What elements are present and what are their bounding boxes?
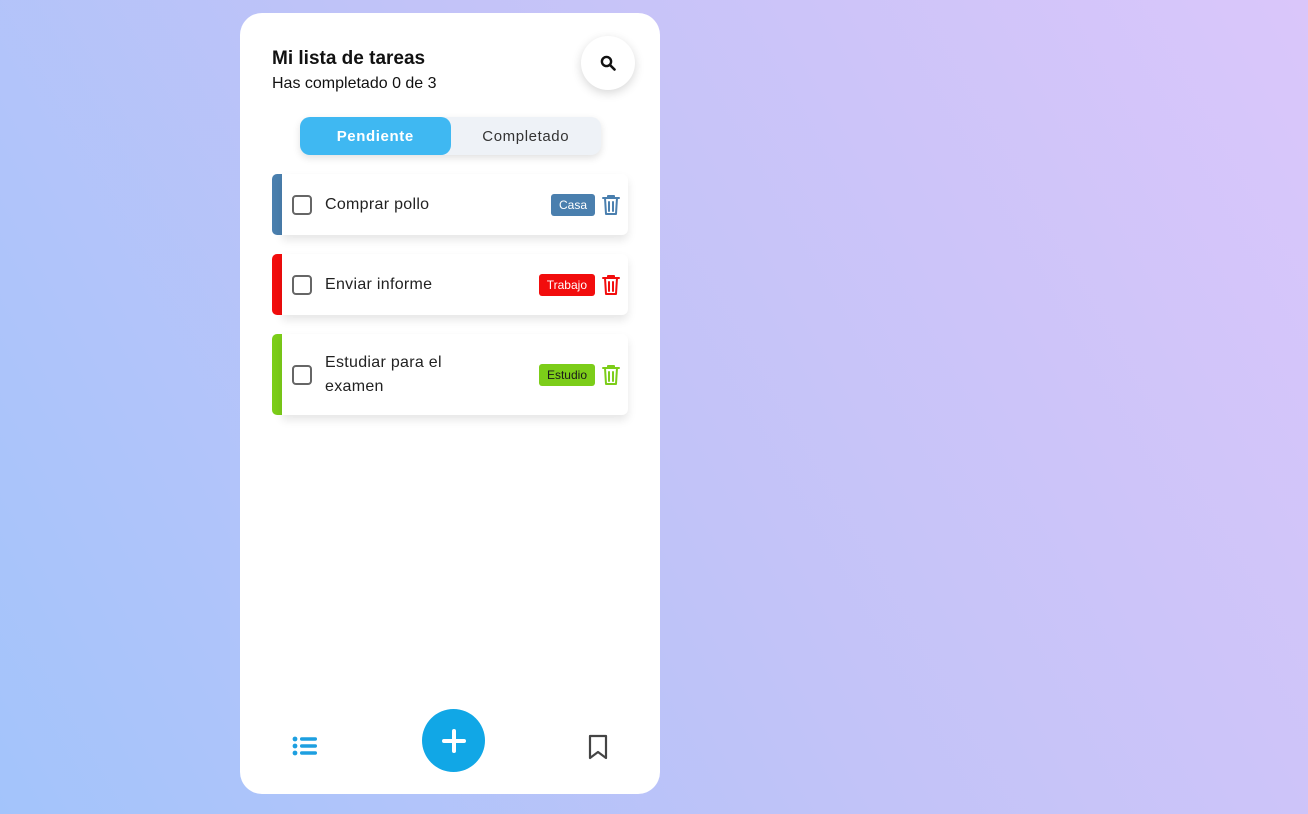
bookmark-icon[interactable]	[588, 734, 608, 760]
task-color-bar	[272, 174, 282, 235]
task-checkbox[interactable]	[292, 194, 312, 215]
plus-icon	[441, 728, 466, 753]
task-checkbox[interactable]	[292, 364, 312, 385]
progress-summary: Has completado 0 de 3	[272, 75, 437, 92]
task-tag: Casa	[550, 193, 595, 216]
task-text: Comprar pollo	[325, 195, 430, 213]
task-item: Estudiar para el examen Estudio	[272, 334, 628, 415]
task-body: Comprar pollo Casa	[282, 174, 628, 235]
search-icon	[600, 55, 616, 71]
status-tabs: Pendiente Completado	[300, 117, 601, 155]
tab-completado[interactable]: Completado	[451, 117, 602, 155]
task-text: Enviar informe	[325, 275, 433, 293]
task-item: Enviar informe Trabajo	[272, 254, 628, 315]
add-task-button[interactable]	[422, 709, 485, 772]
todo-card: Mi lista de tareas Has completado 0 de 3…	[240, 13, 660, 794]
task-tag: Estudio	[538, 363, 595, 386]
trash-icon[interactable]	[601, 274, 621, 296]
page-title: Mi lista de tareas	[272, 48, 426, 69]
task-item: Comprar pollo Casa	[272, 174, 628, 235]
list-icon[interactable]	[292, 736, 318, 756]
task-tag: Trabajo	[538, 273, 595, 296]
task-text: Estudiar para el examen	[325, 353, 442, 395]
trash-icon[interactable]	[601, 364, 621, 386]
task-color-bar	[272, 334, 282, 415]
trash-icon[interactable]	[601, 194, 621, 216]
search-button[interactable]	[581, 36, 635, 90]
task-color-bar	[272, 254, 282, 315]
task-checkbox[interactable]	[292, 274, 312, 295]
task-body: Enviar informe Trabajo	[282, 254, 628, 315]
tab-pendiente[interactable]: Pendiente	[300, 117, 451, 155]
task-body: Estudiar para el examen Estudio	[282, 334, 628, 415]
